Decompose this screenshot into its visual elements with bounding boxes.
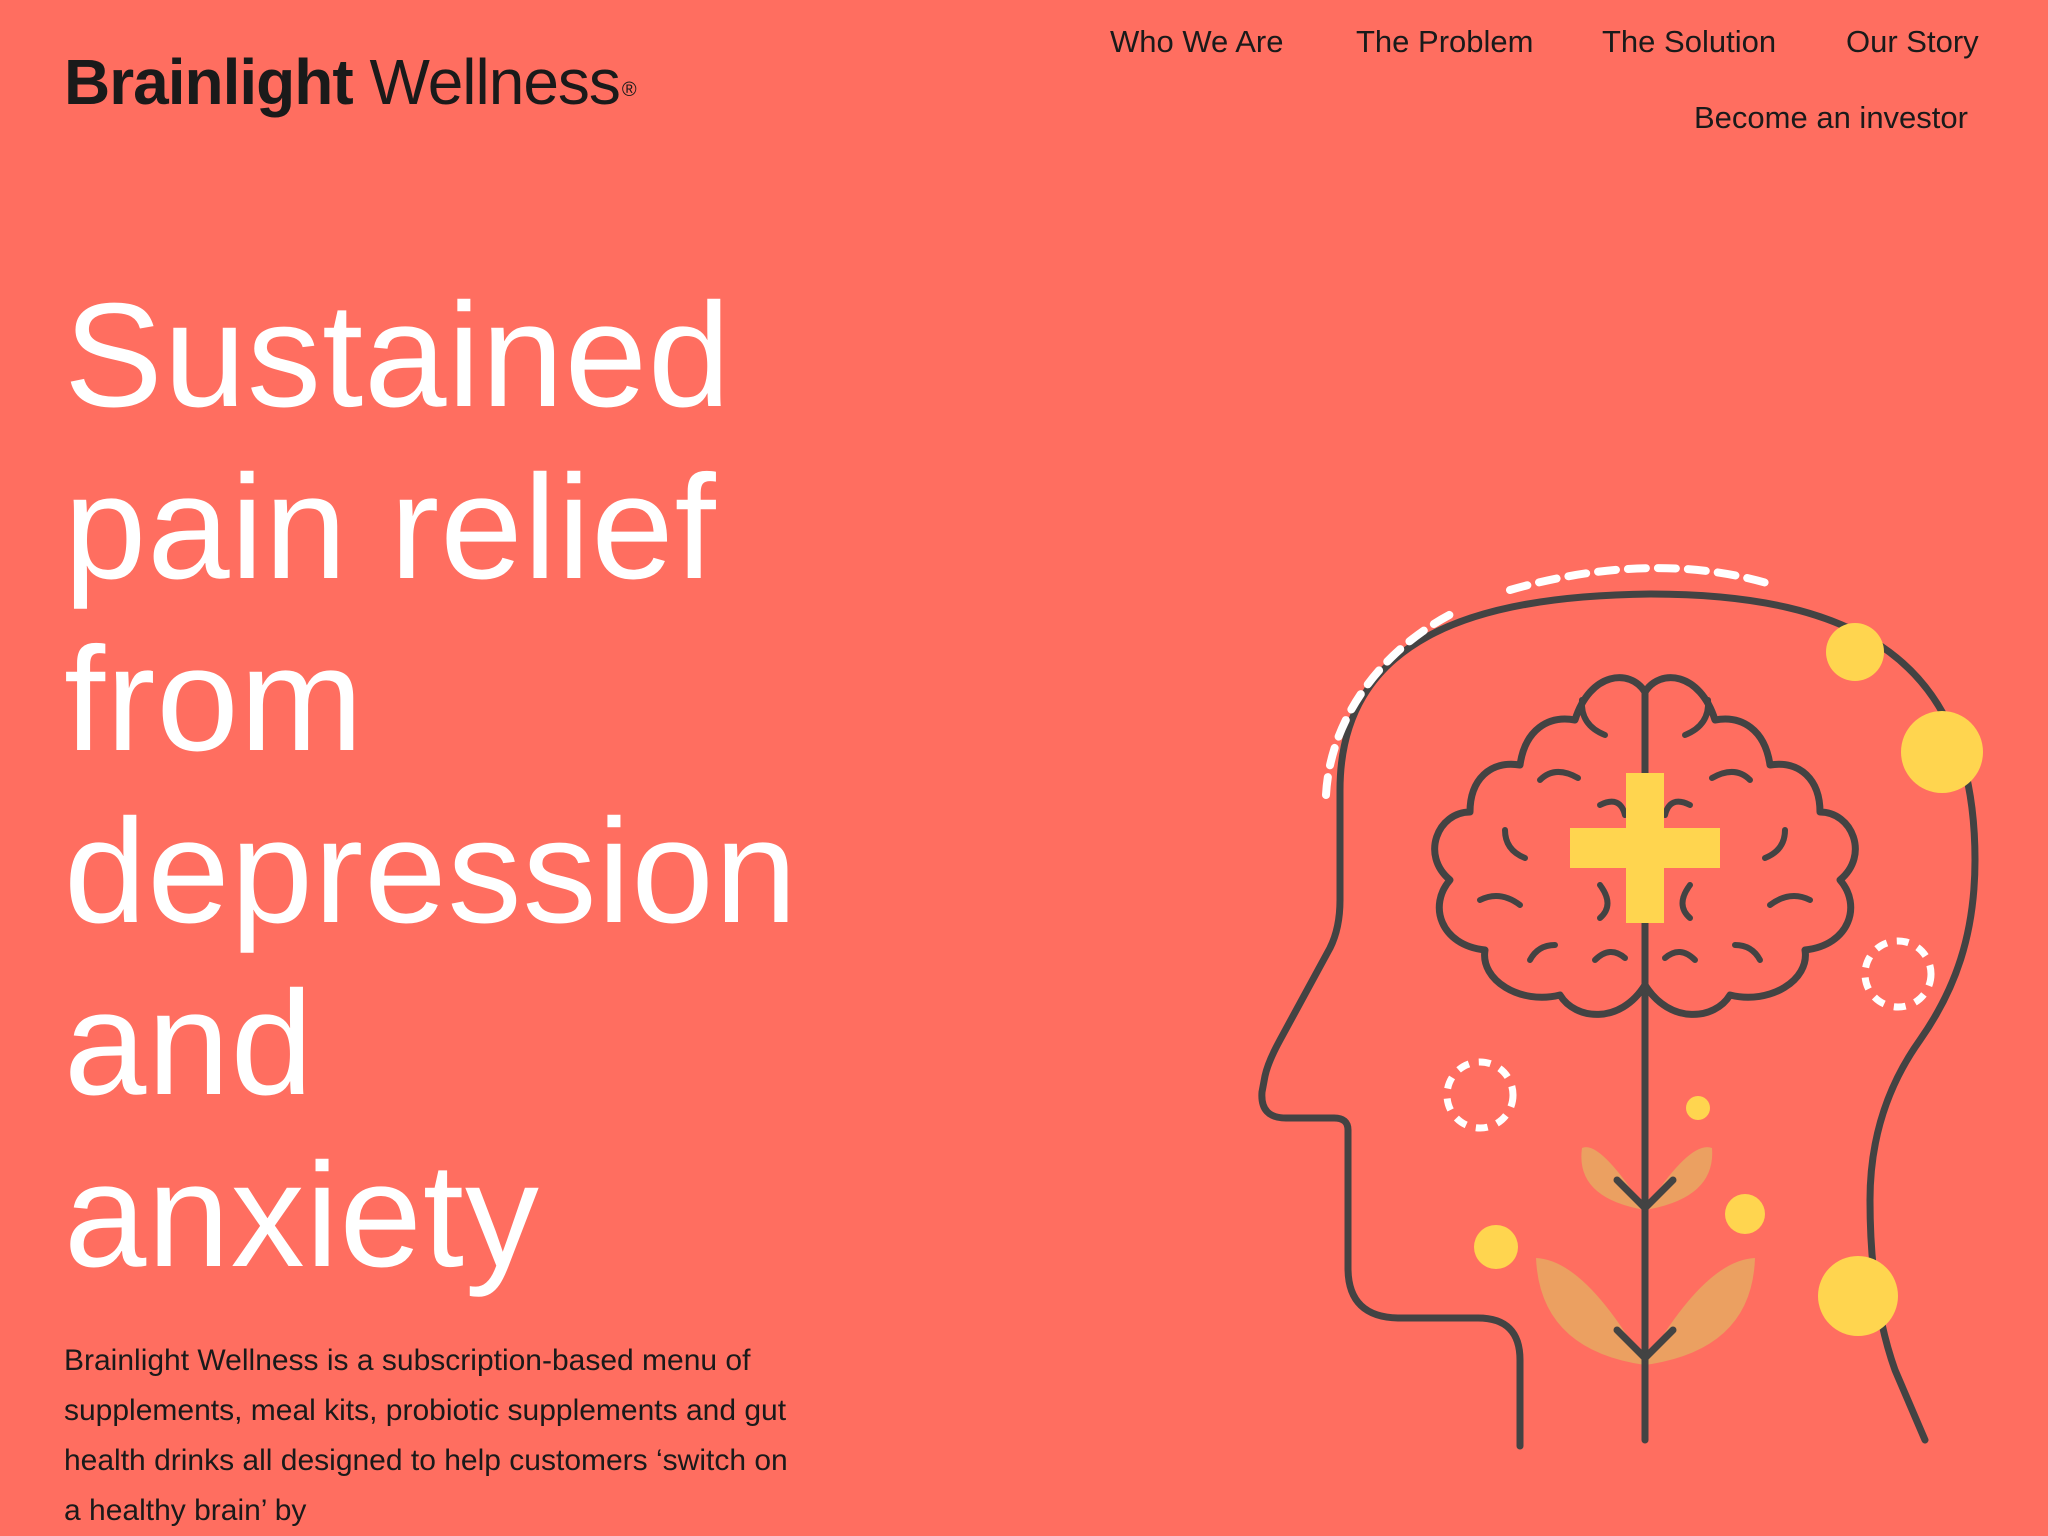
dashed-circle-right (1861, 937, 1935, 1011)
leaf (1536, 1258, 1645, 1365)
yellow-dot (1474, 1225, 1518, 1269)
dashed-circle-left (1443, 1058, 1517, 1132)
yellow-dot (1826, 623, 1884, 681)
yellow-dot (1686, 1096, 1710, 1120)
leaf (1645, 1258, 1755, 1365)
cross-horizontal (1570, 828, 1720, 868)
dashed-arc-left (1322, 608, 1459, 799)
dashed-arc-top (1506, 564, 1774, 594)
head-brain-plant-icon (1258, 564, 1983, 1450)
yellow-dot (1725, 1194, 1765, 1234)
yellow-dot (1901, 711, 1983, 793)
yellow-dot (1818, 1256, 1898, 1336)
